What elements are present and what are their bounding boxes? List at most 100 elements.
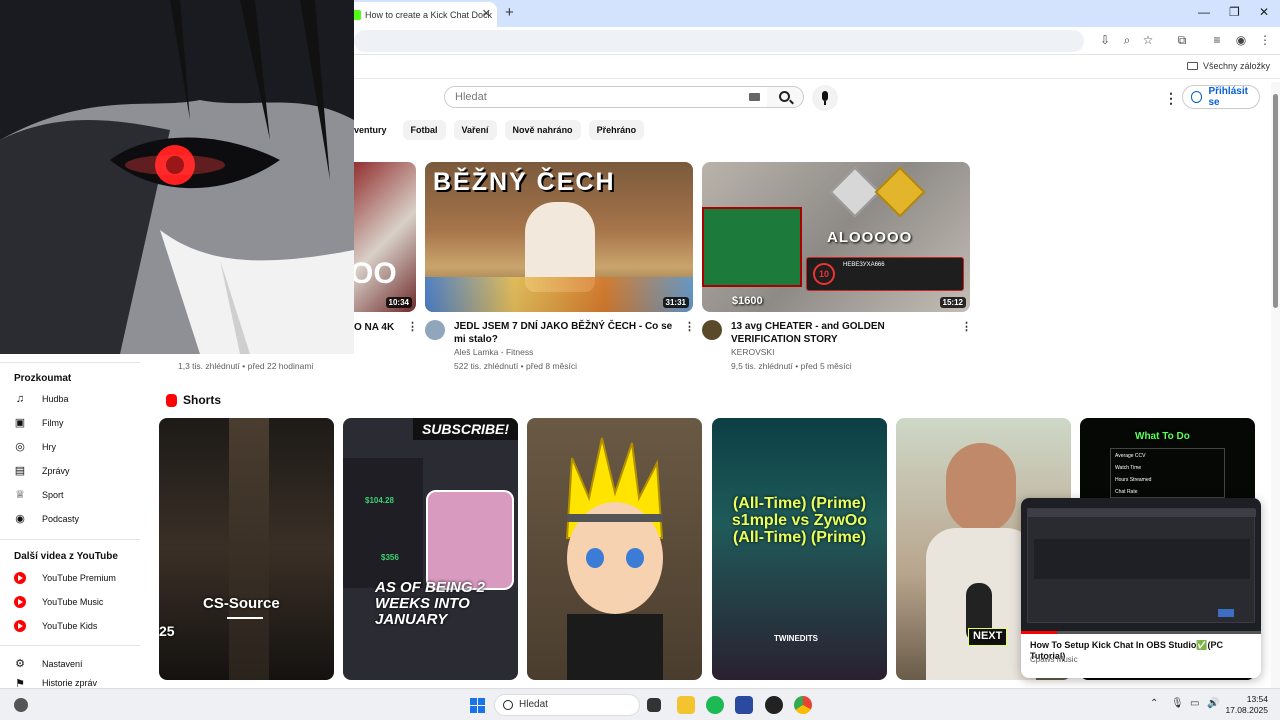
page-scrollbar[interactable] [1271,82,1280,688]
video-menu-icon[interactable]: ⋮ [684,320,695,333]
short-item[interactable]: CS-Source 25 [159,418,334,680]
chip[interactable]: Fotbal [402,120,446,140]
miniplayer-channel[interactable]: Cpaws Music [1030,655,1078,664]
video-thumbnail[interactable]: BĚŽNÝ ČECH 31:31 [425,162,693,312]
sign-in-button[interactable]: Přihlásit se [1182,85,1260,109]
sidebar-item-settings[interactable]: ⚙ Nastavení [14,654,138,674]
sidebar-item-games[interactable]: ◎ Hry [14,437,138,457]
search-button[interactable] [767,86,804,108]
chip[interactable]: Přehráno [588,120,645,140]
bookmark-star-icon[interactable]: ☆ [1141,33,1155,47]
system-clock[interactable]: 13:54 17.08.2025 [1225,694,1268,716]
youtube-kids-icon [14,620,26,632]
task-view-icon[interactable] [647,698,661,712]
sidebar-item-youtube-premium[interactable]: YouTube Premium [14,568,138,588]
short-item[interactable]: SUBSCRIBE! $104.28 $356 AS OF BEING 2 WE… [343,418,518,680]
film-icon: ▣ [14,417,26,429]
video-title[interactable]: JEDL JSEM 7 DNÍ JAKO BĚŽNÝ ČECH - Co se … [454,320,674,346]
short-item[interactable]: (All-Time) (Prime) s1mple vs ZywOo (All-… [712,418,887,680]
short-caption: AS OF BEING 2 WEEKS INTO JANUARY [375,579,486,628]
video-meta: 522 tis. zhlédnutí • před 8 měsíci [454,361,577,371]
sidebar-item-youtube-kids[interactable]: YouTube Kids [14,616,138,636]
sidebar-item-films[interactable]: ▣ Filmy [14,413,138,433]
channel-avatar[interactable] [702,320,722,340]
taskbar-search[interactable]: Hledat [494,694,640,716]
chrome-icon[interactable] [794,696,812,714]
volume-icon[interactable]: 🔊 [1207,698,1219,709]
short-caption: (All-Time) (Prime) s1mple vs ZywOo (All-… [731,495,868,546]
sidebar-divider [0,645,140,646]
video-thumbnail[interactable]: ALOOOOO 10 НЕВЕЗУХА666 $1600 15:12 [702,162,970,312]
video-title[interactable]: 13 avg CHEATER - and GOLDEN VERIFICATION… [731,320,951,346]
microphone-icon[interactable]: 🎙 [1171,698,1184,709]
video-menu-icon[interactable]: ⋮ [961,320,972,333]
sidebar-item-youtube-music[interactable]: YouTube Music [14,592,138,612]
video-menu-icon[interactable]: ⋮ [407,320,418,333]
close-window-icon[interactable]: ✕ [1259,5,1269,19]
all-bookmarks-button[interactable]: Všechny záložky [1186,61,1270,71]
browser-menu-icon[interactable]: ⋮ [1258,33,1272,47]
miniplayer-video[interactable] [1021,498,1261,634]
sidebar-item-podcasts[interactable]: ◉ Podcasty [14,509,138,529]
widgets-icon[interactable] [14,698,28,712]
earnings-panel: $104.28 $356 [343,458,423,588]
youtube-premium-icon [14,572,26,584]
new-tab-icon[interactable]: + [505,4,514,21]
silver-badge-icon [829,166,881,218]
chip[interactable]: Vaření [453,120,497,140]
video-duration: 31:31 [662,297,689,308]
profile-icon[interactable]: ◉ [1234,33,1248,47]
podcast-icon: ◉ [15,513,25,525]
thumbnail-text: OO [350,257,397,290]
start-icon[interactable] [470,698,485,713]
display-icon[interactable]: ▭ [1190,698,1199,709]
maximize-icon[interactable]: ❐ [1229,5,1240,19]
miniplayer[interactable]: How To Setup Kick Chat In OBS Studio✅(PC… [1021,498,1261,678]
channel-avatar[interactable] [425,320,445,340]
sidebar-item-report-history[interactable]: ⚑ Historie zpráv [14,678,138,688]
minimize-icon[interactable]: — [1198,5,1210,19]
webcam-frame [702,207,802,287]
thumbnail-food [425,277,693,312]
video-meta: 9,5 tis. zhlédnutí • před 5 měsíci [731,361,852,371]
extensions-icon[interactable]: ⧉ [1175,33,1189,47]
search-input[interactable]: Hledat [444,86,768,108]
corridor [229,418,269,680]
keyboard-icon[interactable] [749,93,760,101]
voice-search-icon[interactable] [812,85,838,111]
person-face [946,443,1016,533]
flag-icon: ⚑ [15,678,25,688]
browser-tab[interactable]: How to create a Kick Chat Dock ✕ [345,2,497,27]
settings-menu-icon[interactable]: ⋮ [1164,90,1178,107]
sidebar-item-music[interactable]: ♫ Hudba [14,389,138,409]
screen: How to create a Kick Chat Dock ✕ + — ❐ ✕… [0,0,1280,720]
close-tab-icon[interactable]: ✕ [482,7,491,20]
subscribe-banner: SUBSCRIBE! [413,418,518,440]
all-bookmarks-label: Všechny záložky [1202,61,1270,71]
youtube-music-icon [14,596,26,608]
zoom-icon[interactable]: ⌕ [1120,33,1134,47]
tray-overflow-icon[interactable]: ⌃ [1150,698,1158,709]
chip[interactable]: ventury [354,120,395,140]
sidebar-item-news[interactable]: ▤ Zprávy [14,461,138,481]
install-app-icon[interactable]: ⇩ [1098,33,1112,47]
file-explorer-icon[interactable] [677,696,695,714]
media-icon[interactable]: ≡ [1210,33,1224,47]
url-field[interactable] [354,30,1084,52]
video-title[interactable]: O NA 4K [354,321,406,334]
obs-icon[interactable] [765,696,783,714]
channel-name[interactable]: KEROVSKI [731,346,774,359]
sidebar-item-sport[interactable]: ♕ Sport [14,485,138,505]
progress-bar[interactable] [1021,631,1261,634]
progress-fill [1021,631,1057,634]
player-name: НЕВЕЗУХА666 [843,262,885,268]
channel-name[interactable]: Aleš Lamka - Fitness [454,346,533,359]
app-icon[interactable] [735,696,753,714]
spotify-icon[interactable] [706,696,724,714]
chip[interactable]: Nově nahráno [504,120,581,140]
short-caption: CS-Source [203,595,280,612]
account-icon [1191,91,1203,103]
apply-button [1218,609,1234,617]
short-item[interactable] [527,418,702,680]
scrollbar-thumb[interactable] [1273,94,1278,308]
